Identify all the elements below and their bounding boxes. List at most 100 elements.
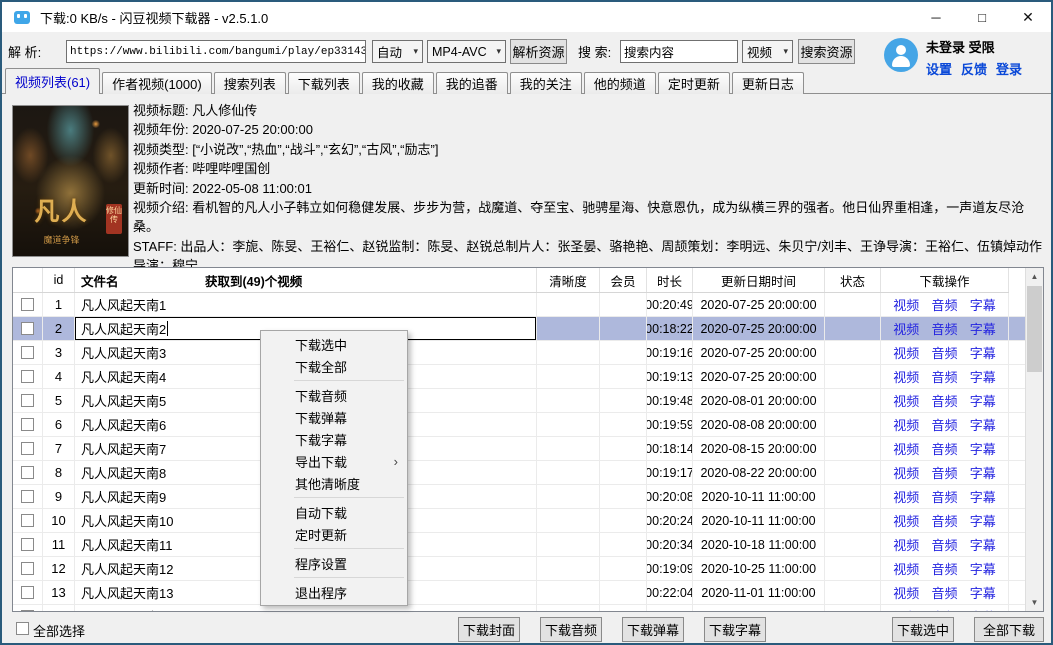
menu-item[interactable]: 程序设置 [261,552,407,574]
scroll-down-icon[interactable]: ▼ [1026,594,1043,611]
download-video-link[interactable]: 视频 [893,391,919,410]
table-row[interactable]: 8凡人风起天南800:19:172020-08-22 20:00:00视频音频字… [13,461,1025,485]
download-subtitle-link[interactable]: 字幕 [970,391,996,410]
menu-item[interactable]: 下载音频 [261,384,407,406]
download-audio-link[interactable]: 音频 [931,439,957,458]
download-subtitle-link[interactable]: 字幕 [970,295,996,314]
download-audio-link[interactable]: 音频 [931,391,957,410]
download-audio-link[interactable]: 音频 [931,343,957,362]
download-video-link[interactable]: 视频 [893,511,919,530]
table-row[interactable]: 13凡人风起天南1300:22:042020-11-01 11:00:00视频音… [13,581,1025,605]
maximize-button[interactable]: □ [959,2,1005,32]
tab-download-list[interactable]: 下载列表 [288,72,360,94]
download-video-link[interactable]: 视频 [893,415,919,434]
tab-video-list[interactable]: 视频列表(61) [5,68,100,94]
table-row[interactable]: 2凡人风起天南200:18:222020-07-25 20:00:00视频音频字… [13,317,1025,341]
tab-his-channel[interactable]: 他的频道 [584,72,656,94]
select-all-checkbox[interactable] [16,622,29,635]
download-subtitle-link[interactable]: 字幕 [970,583,996,602]
url-input[interactable]: https://www.bilibili.com/bangumi/play/ep… [66,40,366,63]
download-subtitle-link[interactable]: 字幕 [970,607,996,611]
menu-item[interactable]: 下载弹幕 [261,406,407,428]
download-subtitle-link[interactable]: 字幕 [970,463,996,482]
download-audio-link[interactable]: 音频 [931,583,957,602]
row-checkbox[interactable] [21,322,34,335]
download-video-link[interactable]: 视频 [893,535,919,554]
download-audio-link[interactable]: 音频 [931,487,957,506]
download-video-link[interactable]: 视频 [893,487,919,506]
menu-item[interactable]: 自动下载 [261,501,407,523]
close-button[interactable]: ✕ [1005,2,1051,32]
download-video-link[interactable]: 视频 [893,295,919,314]
menu-item[interactable]: 下载字幕 [261,428,407,450]
download-subtitle-link[interactable]: 字幕 [970,367,996,386]
download-audio-link[interactable]: 音频 [931,559,957,578]
download-audio-link[interactable]: 音频 [931,535,957,554]
table-row[interactable]: 14凡人风起天南1400:19:142020-11-08 11:00:00视频音… [13,605,1025,611]
row-checkbox[interactable] [21,466,34,479]
row-checkbox[interactable] [21,562,34,575]
download-danmaku-button[interactable]: 下载弹幕 [622,617,684,642]
row-checkbox[interactable] [21,442,34,455]
download-audio-button[interactable]: 下载音频 [540,617,602,642]
download-video-link[interactable]: 视频 [893,583,919,602]
menu-item[interactable]: 下载全部 [261,355,407,377]
vertical-scrollbar[interactable]: ▲ ▼ [1025,268,1043,611]
search-type-select[interactable]: 视频 ▾ [742,40,793,63]
scroll-up-icon[interactable]: ▲ [1026,268,1043,285]
search-input[interactable]: 搜索内容 [620,40,738,63]
row-checkbox[interactable] [21,346,34,359]
row-checkbox[interactable] [21,538,34,551]
download-video-link[interactable]: 视频 [893,463,919,482]
table-row[interactable]: 12凡人风起天南1200:19:092020-10-25 11:00:00视频音… [13,557,1025,581]
download-audio-link[interactable]: 音频 [931,463,957,482]
row-checkbox[interactable] [21,610,34,611]
scrollbar-thumb[interactable] [1027,286,1042,372]
download-audio-link[interactable]: 音频 [931,367,957,386]
parse-mode-select[interactable]: 自动 ▾ [372,40,423,63]
menu-item[interactable]: 下载选中 [261,333,407,355]
row-checkbox[interactable] [21,298,34,311]
minimize-button[interactable]: ─ [913,2,959,32]
download-audio-link[interactable]: 音频 [931,319,957,338]
row-checkbox[interactable] [21,514,34,527]
download-subtitle-link[interactable]: 字幕 [970,319,996,338]
row-checkbox[interactable] [21,586,34,599]
download-subtitle-link[interactable]: 字幕 [970,511,996,530]
tab-bangumi[interactable]: 我的追番 [436,72,508,94]
table-row[interactable]: 9凡人风起天南900:20:082020-10-11 11:00:00视频音频字… [13,485,1025,509]
menu-item[interactable]: 定时更新 [261,523,407,545]
download-audio-link[interactable]: 音频 [931,511,957,530]
download-video-link[interactable]: 视频 [893,367,919,386]
download-audio-link[interactable]: 音频 [931,607,957,611]
menu-item[interactable]: 导出下载› [261,450,407,472]
download-video-link[interactable]: 视频 [893,319,919,338]
parse-resource-button[interactable]: 解析资源 [510,39,567,64]
row-checkbox[interactable] [21,418,34,431]
tab-author-videos[interactable]: 作者视频(1000) [102,72,212,94]
format-select[interactable]: MP4-AVC ▾ [427,40,506,63]
download-subtitle-link[interactable]: 字幕 [970,343,996,362]
tab-changelog[interactable]: 更新日志 [732,72,804,94]
tab-following[interactable]: 我的关注 [510,72,582,94]
download-subtitle-button[interactable]: 下载字幕 [704,617,766,642]
table-row[interactable]: 5凡人风起天南500:19:482020-08-01 20:00:00视频音频字… [13,389,1025,413]
download-subtitle-link[interactable]: 字幕 [970,487,996,506]
download-video-link[interactable]: 视频 [893,439,919,458]
menu-item[interactable]: 退出程序 [261,581,407,603]
tab-search-list[interactable]: 搜索列表 [214,72,286,94]
tab-scheduled-update[interactable]: 定时更新 [658,72,730,94]
download-video-link[interactable]: 视频 [893,343,919,362]
download-subtitle-link[interactable]: 字幕 [970,415,996,434]
table-row[interactable]: 1凡人风起天南100:20:492020-07-25 20:00:00视频音频字… [13,293,1025,317]
download-audio-link[interactable]: 音频 [931,415,957,434]
download-video-link[interactable]: 视频 [893,607,919,611]
download-subtitle-link[interactable]: 字幕 [970,439,996,458]
download-all-button[interactable]: 全部下载 [974,617,1044,642]
search-resource-button[interactable]: 搜索资源 [798,39,855,64]
download-selected-button[interactable]: 下载选中 [892,617,954,642]
table-row[interactable]: 11凡人风起天南1100:20:342020-10-18 11:00:00视频音… [13,533,1025,557]
download-subtitle-link[interactable]: 字幕 [970,535,996,554]
user-avatar[interactable] [884,38,918,72]
row-checkbox[interactable] [21,370,34,383]
